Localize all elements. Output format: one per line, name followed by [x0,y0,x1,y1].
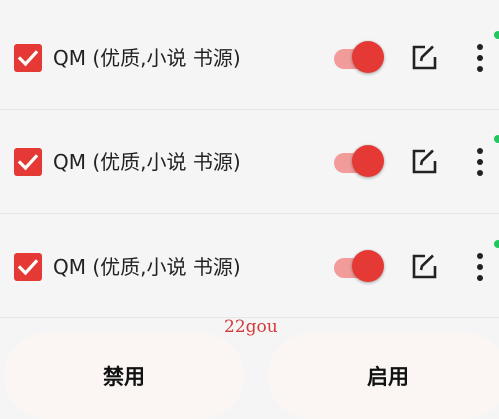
enable-toggle[interactable] [334,145,386,179]
source-checkbox[interactable] [14,253,42,281]
list-item: QM (优质,小说 书源) [0,0,499,110]
more-button[interactable] [472,252,488,282]
edit-button[interactable] [410,253,438,281]
enable-button[interactable]: 启用 [268,333,499,419]
enable-toggle[interactable] [334,250,386,284]
edit-button[interactable] [410,148,438,176]
toggle-thumb [352,250,384,282]
more-vertical-icon [477,253,483,281]
status-dot [494,135,499,143]
edit-icon [412,149,437,174]
more-vertical-icon [477,148,483,176]
list-item: QM (优质,小说 书源) [0,214,499,318]
source-checkbox[interactable] [14,44,42,72]
source-name: QM (优质,小说 书源) [53,255,241,279]
more-button[interactable] [472,147,488,177]
source-name: QM (优质,小说 书源) [53,150,241,174]
edit-button[interactable] [410,44,438,72]
more-button[interactable] [472,43,488,73]
enable-toggle[interactable] [334,41,386,75]
status-dot [494,31,499,39]
edit-icon [412,254,437,279]
watermark-text: 22gou [224,317,278,337]
more-vertical-icon [477,44,483,72]
check-icon [17,259,39,276]
toggle-thumb [352,41,384,73]
check-icon [17,154,39,171]
list-item: QM (优质,小说 书源) [0,110,499,214]
source-checkbox[interactable] [14,148,42,176]
status-dot [494,240,499,248]
source-name: QM (优质,小说 书源) [53,46,241,70]
disable-button[interactable]: 禁用 [4,333,244,419]
check-icon [17,50,39,67]
source-list: QM (优质,小说 书源) QM (优质,小说 书源) QM (优质,小说 书源… [0,0,499,318]
edit-icon [412,45,437,70]
toggle-thumb [352,145,384,177]
